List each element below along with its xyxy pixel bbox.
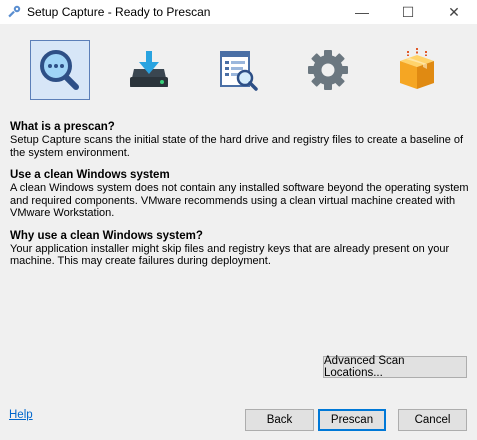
step-build [387, 40, 447, 100]
title-bar: Setup Capture - Ready to Prescan — ☐ ✕ [0, 0, 477, 24]
cancel-button[interactable]: Cancel [398, 409, 467, 431]
gear-icon [308, 50, 348, 90]
prescan-button[interactable]: Prescan [318, 409, 386, 431]
section-body: Your application installer might skip fi… [10, 242, 450, 268]
step-postscan [208, 40, 268, 100]
section-title: Use a clean Windows system [10, 169, 170, 181]
section-clean-system: Use a clean Windows system A clean Windo… [10, 169, 470, 220]
section-body: A clean Windows system does not contain … [10, 182, 469, 219]
section-what-is-prescan: What is a prescan? Setup Capture scans t… [10, 121, 470, 159]
advanced-scan-locations-button[interactable]: Advanced Scan Locations... [323, 355, 467, 379]
package-box-icon [400, 48, 434, 89]
section-body: Setup Capture scans the initial state of… [10, 134, 464, 159]
wizard-steps [0, 33, 477, 113]
section-title: Why use a clean Windows system? [10, 229, 203, 242]
app-wrench-icon [8, 5, 21, 18]
step-configure [298, 40, 358, 100]
window-title: Setup Capture - Ready to Prescan [27, 5, 211, 19]
step-prescan [30, 40, 90, 100]
info-content: What is a prescan? Setup Capture scans t… [10, 121, 470, 278]
help-link[interactable]: Help [9, 409, 33, 421]
close-button[interactable]: ✕ [431, 0, 477, 24]
maximize-button[interactable]: ☐ [385, 0, 431, 24]
back-button[interactable]: Back [245, 409, 314, 431]
section-title: What is a prescan? [10, 121, 115, 133]
document-search-icon [220, 51, 258, 91]
step-install [119, 40, 179, 100]
magnifier-icon [40, 50, 79, 90]
minimize-button[interactable]: — [339, 0, 385, 24]
section-why-clean: Why use a clean Windows system? Your app… [10, 230, 470, 268]
download-drive-icon [130, 51, 168, 87]
